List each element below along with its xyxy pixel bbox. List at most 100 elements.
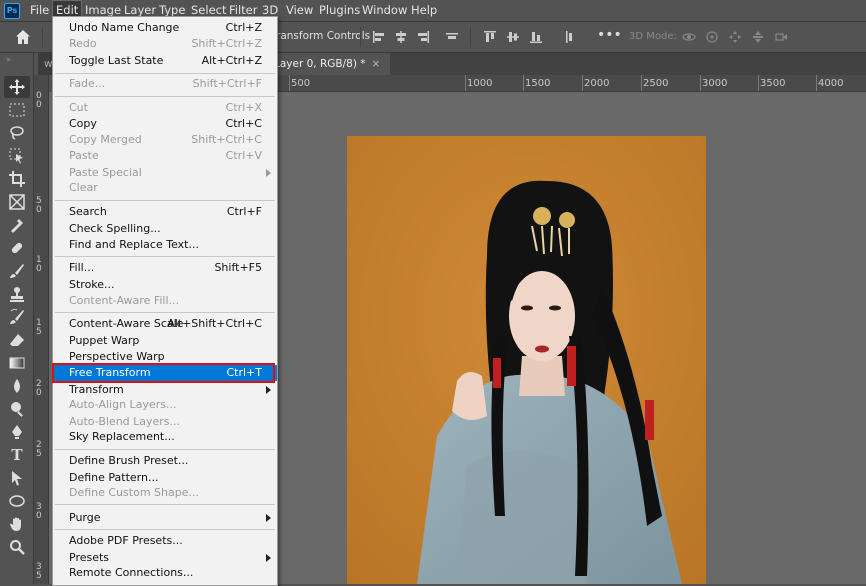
menu-item-content-aware-fill[interactable]: Content-Aware Fill... bbox=[53, 293, 277, 309]
item-label: Purge bbox=[69, 511, 101, 524]
3d-pan-icon[interactable] bbox=[728, 30, 742, 44]
menu-item-puppet-warp[interactable]: Puppet Warp bbox=[53, 333, 277, 349]
document-image[interactable] bbox=[347, 136, 706, 584]
3d-orbit-icon[interactable] bbox=[682, 30, 696, 44]
menu-item-toggle-last-state[interactable]: Toggle Last State Alt+Ctrl+Z bbox=[53, 53, 277, 69]
dodge-tool-icon[interactable] bbox=[4, 398, 30, 420]
move-tool-icon[interactable] bbox=[4, 76, 30, 98]
align-left-icon[interactable] bbox=[372, 30, 386, 44]
pen-tool-icon[interactable] bbox=[4, 421, 30, 443]
menu-item-undo[interactable]: Undo Name Change Ctrl+Z bbox=[53, 20, 277, 36]
close-tab-icon[interactable]: × bbox=[372, 58, 381, 70]
menu-item-stroke[interactable]: Stroke... bbox=[53, 277, 277, 293]
menu-divider bbox=[55, 529, 275, 530]
eyedropper-tool-icon[interactable] bbox=[4, 214, 30, 236]
item-label: Define Custom Shape... bbox=[69, 486, 199, 499]
hand-tool-icon[interactable] bbox=[4, 513, 30, 535]
gradient-tool-icon[interactable] bbox=[4, 352, 30, 374]
menu-item-copy[interactable]: Copy Ctrl+C bbox=[53, 116, 277, 132]
path-selection-tool-icon[interactable] bbox=[4, 467, 30, 489]
align-bottom-icon[interactable] bbox=[529, 30, 543, 44]
distribute-icon[interactable] bbox=[561, 30, 575, 44]
align-top-edges-icon[interactable] bbox=[445, 30, 459, 44]
menu-item-auto-align-layers[interactable]: Auto-Align Layers... bbox=[53, 397, 277, 413]
marquee-tool-icon[interactable] bbox=[4, 99, 30, 121]
panel-grip-icon[interactable]: » bbox=[6, 55, 12, 64]
item-label: Fade... bbox=[69, 77, 106, 90]
align-horizontal-center-icon[interactable] bbox=[394, 30, 408, 44]
ruler-label: 2000 bbox=[584, 78, 610, 89]
clone-stamp-tool-icon[interactable] bbox=[4, 283, 30, 305]
vertical-ruler: 0 0 5 0 1 0 1 5 2 0 2 5 3 0 3 5 bbox=[34, 75, 49, 584]
object-selection-tool-icon[interactable] bbox=[4, 145, 30, 167]
menu-item-presets[interactable]: Presets bbox=[53, 550, 277, 566]
ruler-label: 3500 bbox=[760, 78, 786, 89]
menu-plugins[interactable]: Plugins bbox=[316, 0, 363, 21]
menu-item-fill[interactable]: Fill... Shift+F5 bbox=[53, 260, 277, 276]
menu-view[interactable]: View bbox=[283, 0, 316, 21]
menu-item-adobe-pdf-presets[interactable]: Adobe PDF Presets... bbox=[53, 533, 277, 549]
frame-tool-icon[interactable] bbox=[4, 191, 30, 213]
item-label: Presets bbox=[69, 551, 110, 564]
menu-item-sky-replacement[interactable]: Sky Replacement... bbox=[53, 429, 277, 445]
menu-divider bbox=[55, 73, 275, 74]
menu-file[interactable]: File bbox=[27, 0, 52, 21]
ruler-label: 1000 bbox=[467, 78, 493, 89]
menu-item-paste-special[interactable]: Paste Special bbox=[53, 165, 277, 181]
zoom-tool-icon[interactable] bbox=[4, 536, 30, 558]
menu-item-free-transform[interactable]: Free Transform Ctrl+T bbox=[53, 365, 277, 381]
menu-item-copy-merged[interactable]: Copy Merged Shift+Ctrl+C bbox=[53, 132, 277, 148]
tools-panel: » T bbox=[0, 53, 34, 584]
healing-brush-tool-icon[interactable] bbox=[4, 237, 30, 259]
document-tab-active[interactable]: Layer 0, RGB/8) * × bbox=[274, 53, 391, 75]
ellipse-tool-icon[interactable] bbox=[4, 490, 30, 512]
menu-item-define-brush-preset[interactable]: Define Brush Preset... bbox=[53, 453, 277, 469]
menu-item-find-replace[interactable]: Find and Replace Text... bbox=[53, 237, 277, 253]
history-brush-tool-icon[interactable] bbox=[4, 306, 30, 328]
separator bbox=[470, 27, 471, 47]
item-shortcut: Ctrl+F bbox=[226, 205, 262, 218]
item-label: Search bbox=[69, 205, 107, 218]
align-top-icon[interactable] bbox=[483, 30, 497, 44]
show-transform-controls-label[interactable]: ransform Controls bbox=[276, 30, 370, 42]
menu-help[interactable]: Help bbox=[408, 0, 440, 21]
item-label: Adobe PDF Presets... bbox=[69, 534, 183, 547]
lasso-tool-icon[interactable] bbox=[4, 122, 30, 144]
menu-window[interactable]: Window bbox=[359, 0, 410, 21]
ruler-label: 0 bbox=[36, 388, 42, 398]
ruler-label: 0 bbox=[36, 100, 42, 110]
3d-roll-icon[interactable] bbox=[705, 30, 719, 44]
3d-scale-icon[interactable] bbox=[774, 30, 788, 44]
item-label: Copy bbox=[69, 117, 97, 130]
menu-item-transform[interactable]: Transform bbox=[53, 382, 277, 398]
menu-item-search[interactable]: Search Ctrl+F bbox=[53, 204, 277, 220]
menu-item-perspective-warp[interactable]: Perspective Warp bbox=[53, 349, 277, 365]
3d-slide-icon[interactable] bbox=[751, 30, 765, 44]
eraser-tool-icon[interactable] bbox=[4, 329, 30, 351]
ruler-label: 1500 bbox=[525, 78, 551, 89]
menu-item-cut[interactable]: Cut Ctrl+X bbox=[53, 100, 277, 116]
brush-tool-icon[interactable] bbox=[4, 260, 30, 282]
ruler-label: 3000 bbox=[702, 78, 728, 89]
menu-item-auto-blend-layers[interactable]: Auto-Blend Layers... bbox=[53, 414, 277, 430]
menu-item-remote-connections[interactable]: Remote Connections... bbox=[53, 565, 277, 581]
menu-item-clear[interactable]: Clear bbox=[53, 180, 277, 196]
crop-tool-icon[interactable] bbox=[4, 168, 30, 190]
align-right-icon[interactable] bbox=[416, 30, 430, 44]
home-icon[interactable] bbox=[14, 28, 32, 46]
menu-item-define-pattern[interactable]: Define Pattern... bbox=[53, 470, 277, 486]
menu-item-fade[interactable]: Fade... Shift+Ctrl+F bbox=[53, 76, 277, 92]
align-vertical-center-icon[interactable] bbox=[506, 30, 520, 44]
menu-item-redo[interactable]: Redo Shift+Ctrl+Z bbox=[53, 36, 277, 52]
menu-item-purge[interactable]: Purge bbox=[53, 510, 277, 526]
blur-tool-icon[interactable] bbox=[4, 375, 30, 397]
menu-item-check-spelling[interactable]: Check Spelling... bbox=[53, 221, 277, 237]
item-shortcut: Alt+Ctrl+Z bbox=[201, 54, 262, 67]
menu-item-define-custom-shape[interactable]: Define Custom Shape... bbox=[53, 485, 277, 501]
more-options-icon[interactable]: ••• bbox=[597, 27, 622, 43]
item-label: Remote Connections... bbox=[69, 566, 194, 579]
item-label: Auto-Align Layers... bbox=[69, 398, 177, 411]
menu-item-paste[interactable]: Paste Ctrl+V bbox=[53, 148, 277, 164]
type-tool-icon[interactable]: T bbox=[4, 444, 30, 466]
menu-item-content-aware-scale[interactable]: Content-Aware Scale Alt+Shift+Ctrl+C bbox=[53, 316, 277, 332]
